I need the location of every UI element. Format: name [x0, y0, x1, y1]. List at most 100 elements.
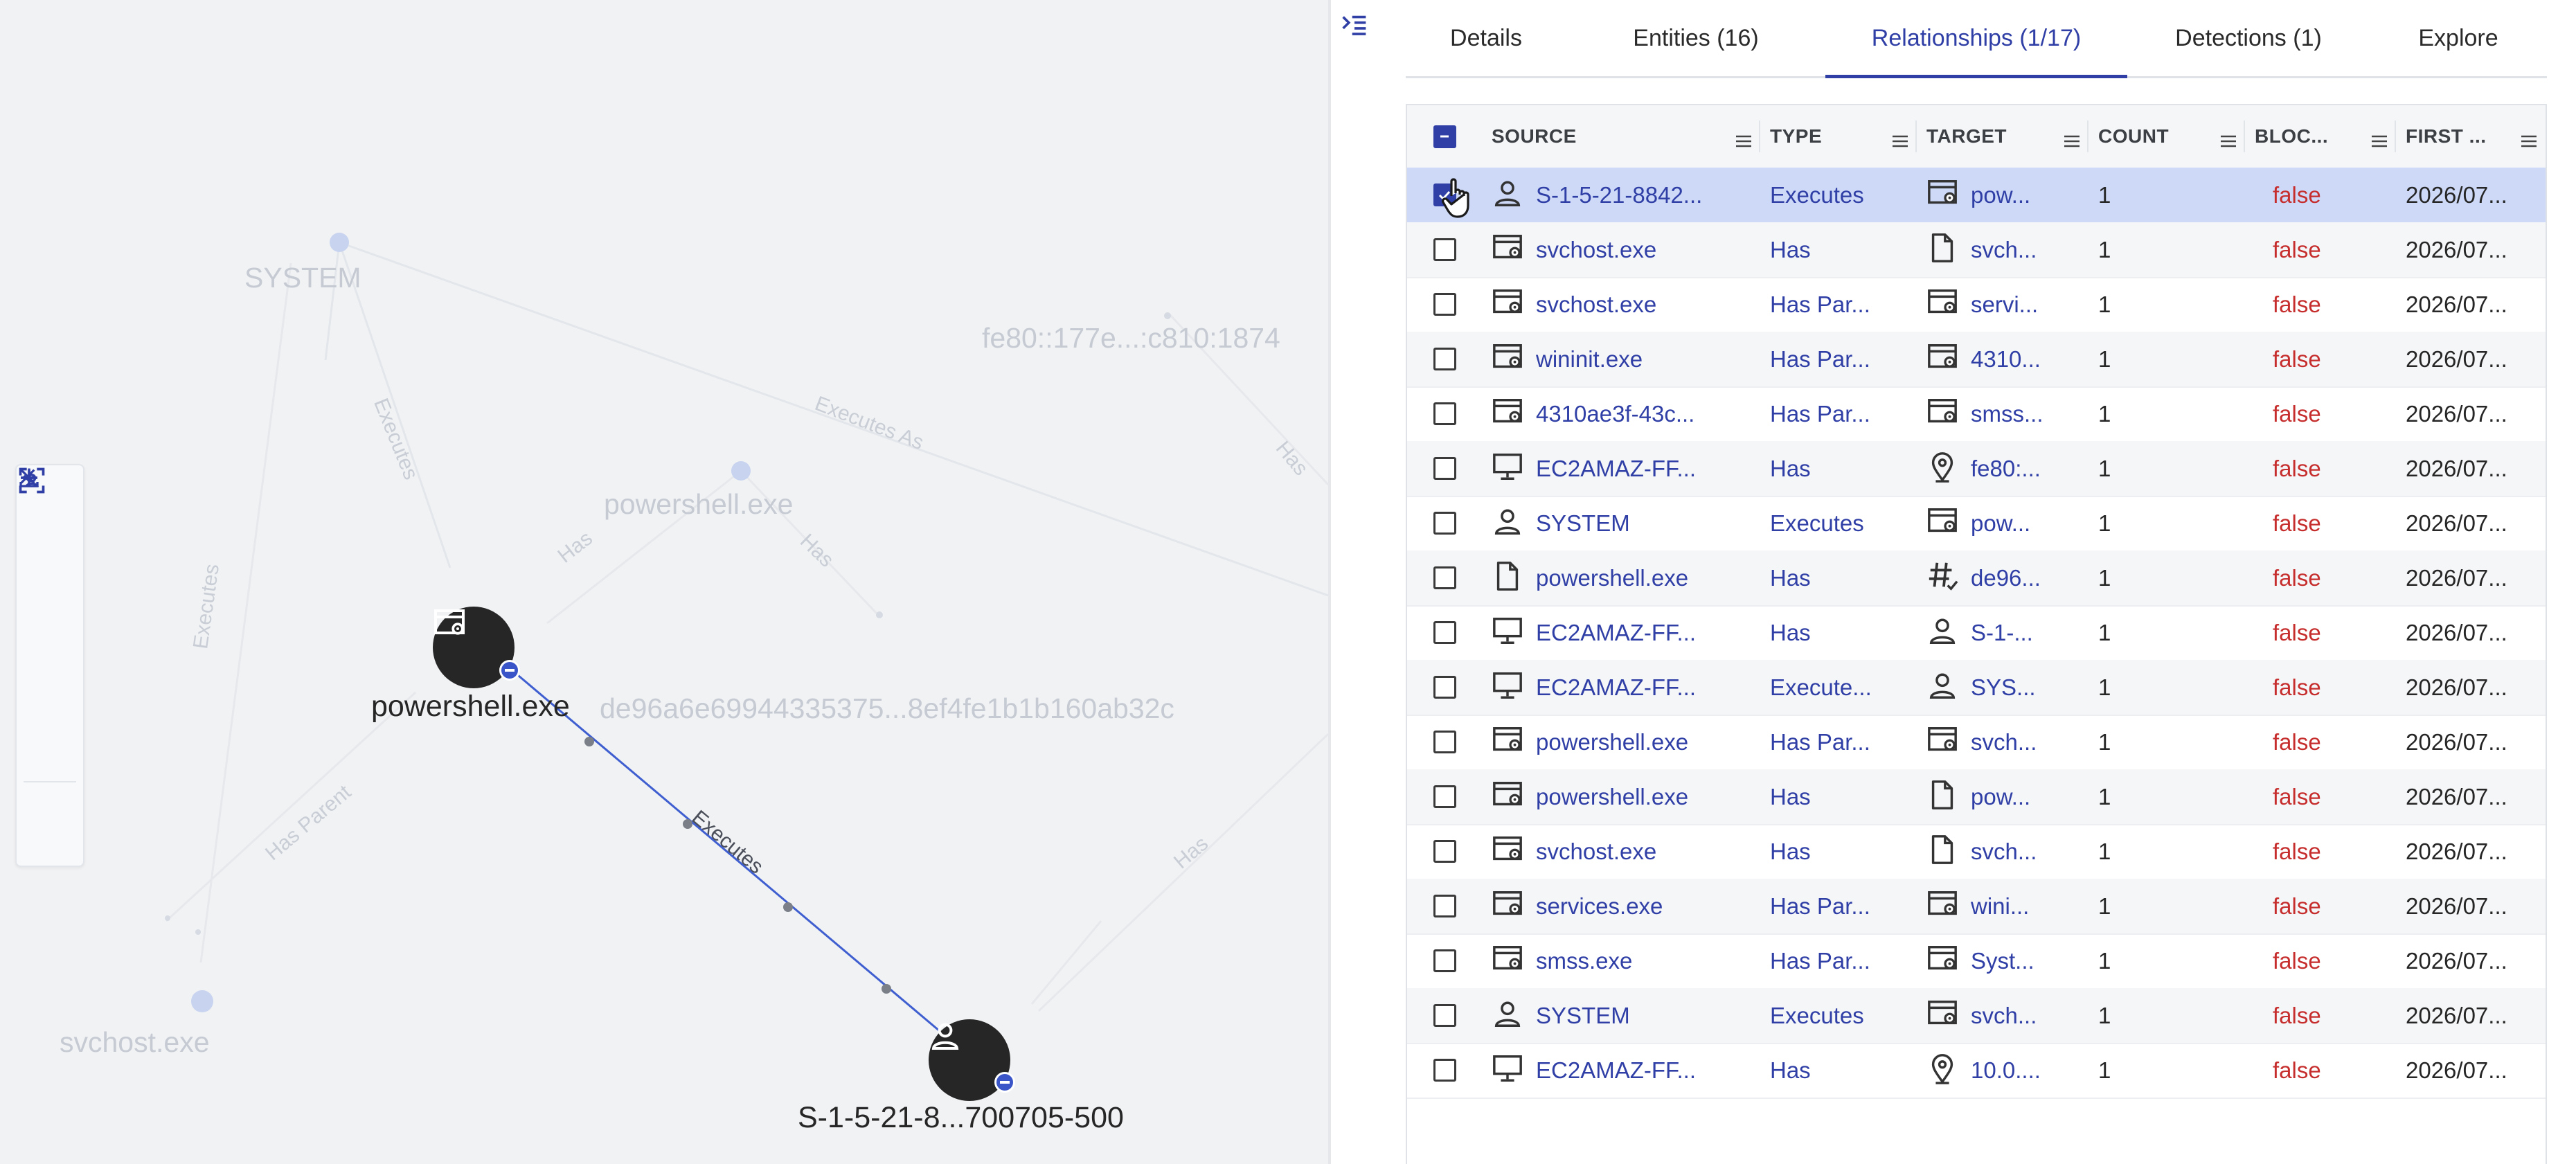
column-menu-icon[interactable] [2220, 130, 2237, 147]
table-row[interactable]: services.exe Has Par... wini... 1 false 2026/… [1407, 879, 2546, 935]
zoom-out-button[interactable] [17, 476, 83, 623]
target-link[interactable]: pow... [1971, 182, 2030, 208]
source-link[interactable]: 4310ae3f-43c... [1536, 401, 1694, 427]
table-row[interactable]: EC2AMAZ-FF... Has fe80:... 1 false 2026/07... [1407, 441, 2546, 497]
row-checkbox[interactable] [1433, 949, 1456, 972]
target-link[interactable]: svch... [1971, 729, 2037, 755]
target-link[interactable]: smss... [1971, 401, 2043, 427]
type-link[interactable]: Has [1770, 1057, 1811, 1084]
row-checkbox[interactable] [1433, 512, 1456, 535]
row-checkbox[interactable] [1433, 895, 1456, 917]
source-link[interactable]: SYSTEM [1536, 510, 1630, 537]
table-row[interactable]: SYSTEM Executes svch... 1 false 2026/07... [1407, 988, 2546, 1044]
tab-entities[interactable]: Entities (16) [1566, 0, 1825, 76]
row-checkbox[interactable] [1433, 238, 1456, 261]
tab-relationships[interactable]: Relationships (1/17) [1825, 0, 2127, 78]
type-link[interactable]: Has Par... [1770, 729, 1870, 755]
source-link[interactable]: powershell.exe [1536, 565, 1688, 591]
type-link[interactable]: Has Par... [1770, 346, 1870, 373]
table-row[interactable]: svchost.exe Has Par... servi... 1 false 2026/… [1407, 277, 2546, 333]
type-link[interactable]: Has Par... [1770, 401, 1870, 427]
tab-detections[interactable]: Detections (1) [2127, 0, 2370, 76]
column-header[interactable]: COUNT [2088, 105, 2245, 168]
type-link[interactable]: Has [1770, 456, 1811, 482]
type-link[interactable]: Executes [1770, 1003, 1864, 1029]
select-all-checkbox[interactable] [1433, 125, 1456, 148]
row-checkbox[interactable] [1433, 840, 1456, 863]
source-link[interactable]: smss.exe [1536, 948, 1632, 974]
table-row[interactable]: EC2AMAZ-FF... Has S-1-... 1 false 2026/07... [1407, 605, 2546, 661]
type-link[interactable]: Executes [1770, 182, 1864, 208]
table-row[interactable]: wininit.exe Has Par... 4310... 1 false 2026/0… [1407, 332, 2546, 388]
column-menu-icon[interactable] [1892, 130, 1908, 147]
table-row[interactable]: smss.exe Has Par... Syst... 1 false 2026/07..… [1407, 933, 2546, 990]
target-link[interactable]: svch... [1971, 1003, 2037, 1029]
row-checkbox[interactable] [1433, 293, 1456, 316]
table-row[interactable]: 4310ae3f-43c... Has Par... smss... 1 false 20… [1407, 386, 2546, 442]
source-link[interactable]: SYSTEM [1536, 1003, 1630, 1029]
table-row[interactable]: powershell.exe Has Par... svch... 1 false 202… [1407, 715, 2546, 771]
target-link[interactable]: de96... [1971, 565, 2041, 591]
source-link[interactable]: services.exe [1536, 893, 1663, 920]
table-row[interactable]: powershell.exe Has de96... 1 false 2026/07... [1407, 550, 2546, 607]
target-link[interactable]: svch... [1971, 237, 2037, 263]
target-link[interactable]: 10.0.... [1971, 1057, 2041, 1084]
download-button[interactable] [17, 468, 83, 781]
collapse-badge-icon[interactable] [499, 660, 520, 681]
tab-details[interactable]: Details [1406, 0, 1566, 76]
row-checkbox[interactable] [1433, 676, 1456, 699]
type-link[interactable]: Has Par... [1770, 893, 1870, 920]
source-link[interactable]: svchost.exe [1536, 839, 1656, 865]
target-link[interactable]: 4310... [1971, 346, 2041, 373]
table-row[interactable]: powershell.exe Has pow... 1 false 2026/07... [1407, 769, 2546, 825]
table-row[interactable]: svchost.exe Has svch... 1 false 2026/07... [1407, 824, 2546, 880]
collapse-panel-button[interactable] [1341, 12, 1377, 46]
target-link[interactable]: S-1-... [1971, 620, 2033, 646]
target-link[interactable]: pow... [1971, 784, 2030, 810]
table-row[interactable]: EC2AMAZ-FF... Has 10.0.... 1 false 2026/07... [1407, 1043, 2546, 1099]
row-checkbox[interactable] [1433, 1004, 1456, 1027]
table-row[interactable]: S-1-5-21-8842... Executes pow... 1 false 2026… [1407, 168, 2546, 224]
target-link[interactable]: pow... [1971, 510, 2030, 537]
column-header[interactable]: TYPE [1760, 105, 1917, 168]
column-header[interactable]: FIRST ... [2396, 105, 2546, 168]
target-link[interactable]: wini... [1971, 893, 2029, 920]
source-link[interactable]: wininit.exe [1536, 346, 1643, 373]
row-checkbox[interactable] [1433, 457, 1456, 480]
table-row[interactable]: SYSTEM Executes pow... 1 false 2026/07... [1407, 496, 2546, 552]
column-header[interactable]: SOURCE [1482, 105, 1760, 168]
source-link[interactable]: S-1-5-21-8842... [1536, 182, 1702, 208]
type-link[interactable]: Has [1770, 237, 1811, 263]
row-checkbox[interactable] [1433, 1059, 1456, 1082]
target-link[interactable]: SYS... [1971, 674, 2036, 701]
fit-to-screen-button[interactable] [17, 467, 83, 702]
column-menu-icon[interactable] [2064, 130, 2080, 147]
table-row[interactable]: EC2AMAZ-FF... Execute... SYS... 1 false 2026/… [1407, 660, 2546, 716]
column-menu-icon[interactable] [2521, 130, 2537, 147]
column-header[interactable]: BLOC... [2245, 105, 2396, 168]
tab-explore[interactable]: Explore [2370, 0, 2547, 76]
table-row[interactable]: svchost.exe Has svch... 1 false 2026/07... [1407, 222, 2546, 278]
type-link[interactable]: Has [1770, 839, 1811, 865]
source-link[interactable]: EC2AMAZ-FF... [1536, 620, 1696, 646]
target-link[interactable]: Syst... [1971, 948, 2034, 974]
target-link[interactable]: servi... [1971, 292, 2038, 318]
source-link[interactable]: svchost.exe [1536, 237, 1656, 263]
collapse-badge-icon[interactable] [994, 1072, 1015, 1093]
source-link[interactable]: svchost.exe [1536, 292, 1656, 318]
column-menu-icon[interactable] [1735, 130, 1752, 147]
source-link[interactable]: EC2AMAZ-FF... [1536, 456, 1696, 482]
type-link[interactable]: Has Par... [1770, 948, 1870, 974]
source-link[interactable]: EC2AMAZ-FF... [1536, 1057, 1696, 1084]
type-link[interactable]: Has [1770, 620, 1811, 646]
type-link[interactable]: Has [1770, 565, 1811, 591]
source-link[interactable]: powershell.exe [1536, 729, 1688, 755]
type-link[interactable]: Has [1770, 784, 1811, 810]
row-checkbox[interactable] [1433, 402, 1456, 425]
type-link[interactable]: Executes [1770, 510, 1864, 537]
graph-canvas[interactable]: SYSTEM fe80::177e...:c810:1874 powershel… [0, 0, 1328, 1164]
source-link[interactable]: powershell.exe [1536, 784, 1688, 810]
source-link[interactable]: EC2AMAZ-FF... [1536, 674, 1696, 701]
type-link[interactable]: Execute... [1770, 674, 1872, 701]
target-link[interactable]: fe80:... [1971, 456, 2041, 482]
